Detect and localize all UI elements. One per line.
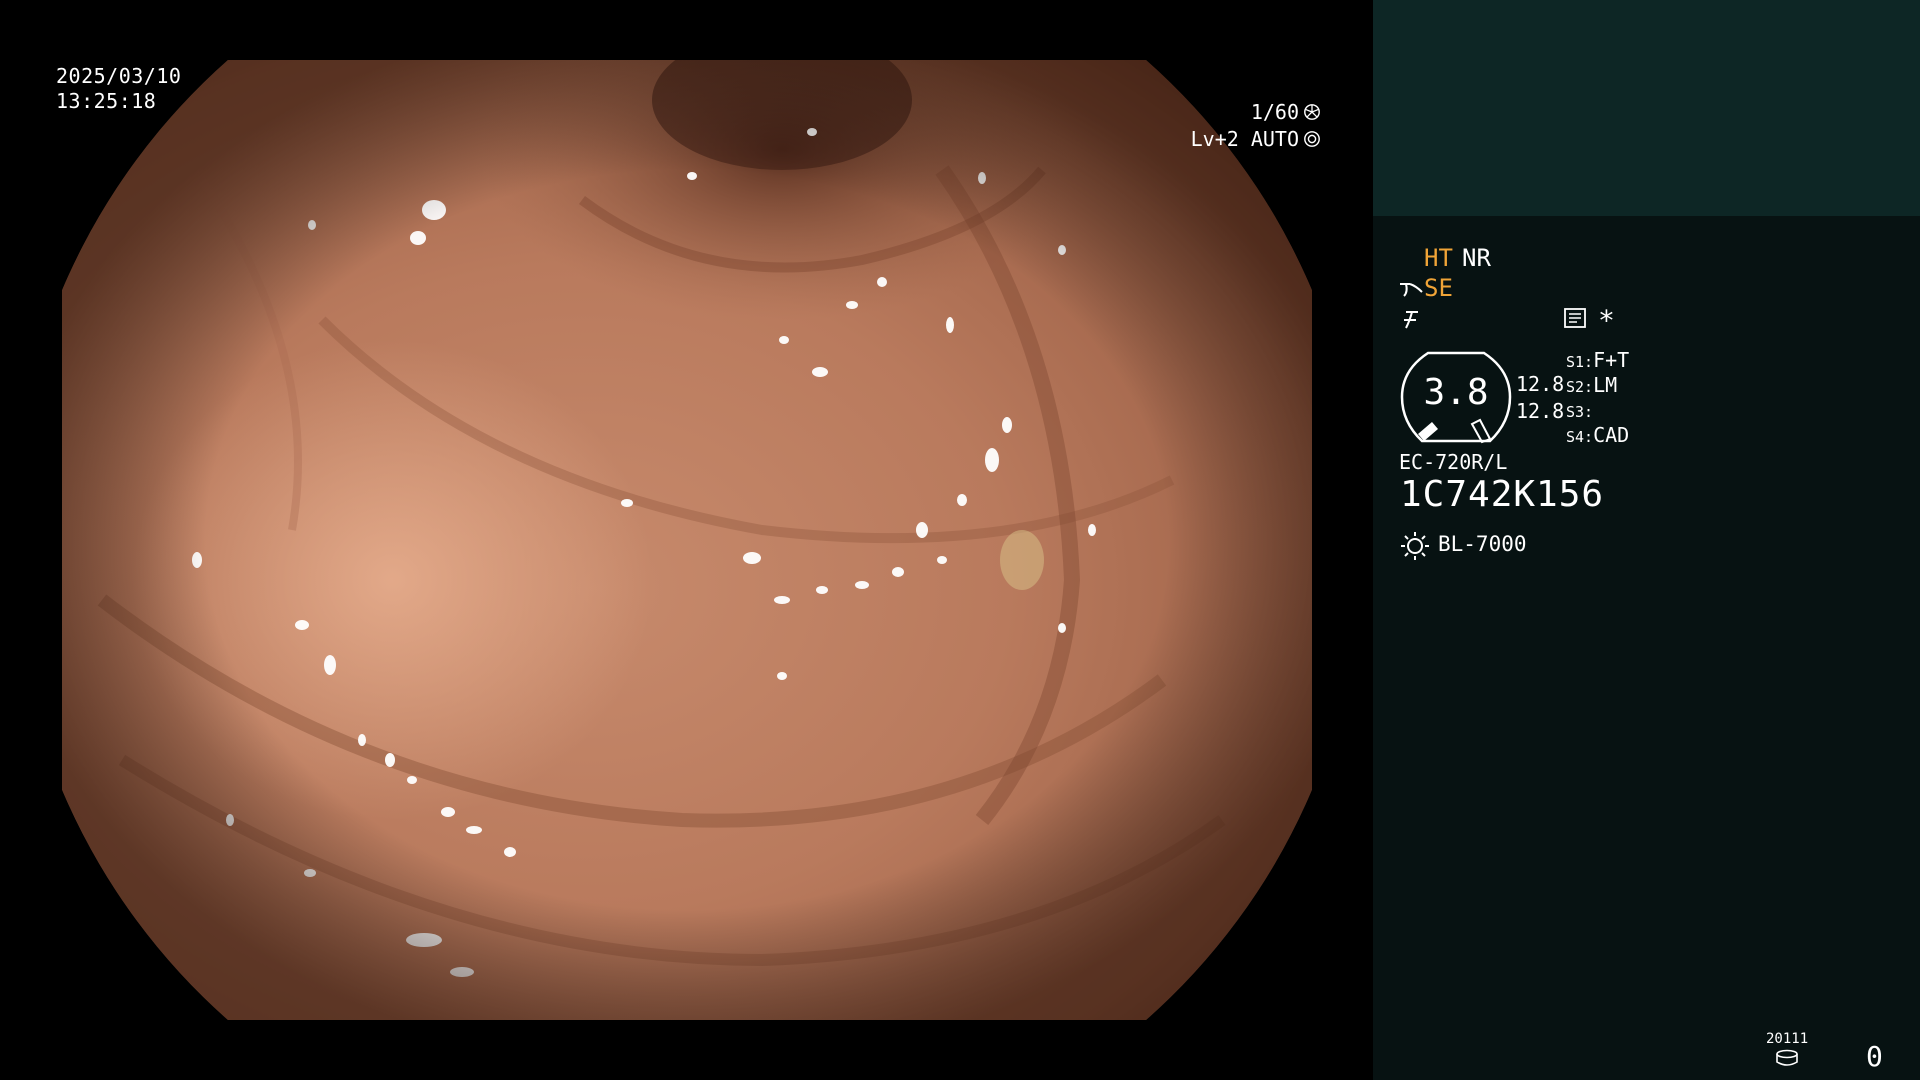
brightness-level-value: Lv+2 AUTO [1190, 127, 1299, 151]
storage-disk-icon [1776, 1049, 1798, 1066]
switch-1-value: F+T [1593, 348, 1630, 372]
ht-indicator: HT [1424, 244, 1453, 272]
light-source-label: BL-7000 [1438, 532, 1527, 556]
shutter-speed-value: 1/60 [1250, 100, 1299, 124]
auto-iris-icon [1304, 131, 1320, 147]
patient-info-area [1373, 0, 1920, 216]
status-panel [1373, 216, 1920, 1080]
scope-serial: 1C742K156 [1400, 474, 1605, 515]
gauge-side-value-2: 12.8 [1516, 399, 1565, 423]
storage-number: 20111 [1766, 1031, 1809, 1047]
nr-indicator: NR [1462, 244, 1491, 272]
light-source-icon [1401, 532, 1429, 560]
brightness-level-readout: Lv+2 AUTO [1191, 127, 1321, 151]
image-counter: 0 [1866, 1040, 1883, 1073]
enhancement-icon [1404, 311, 1418, 329]
capture-date: 2025/03/10 [56, 64, 182, 88]
gauge-value: 3.8 [1423, 372, 1489, 413]
se-indicator: SE [1424, 274, 1453, 302]
switch-2: S2:LM [1566, 373, 1617, 397]
switch-4-value: CAD [1593, 423, 1630, 447]
switch-4-key: S4: [1566, 428, 1594, 446]
switch-3: S3: [1566, 398, 1593, 422]
endoscope-screen: 2025/03/10 13:25:18 1/60 Lv+2 AUTO HT NR… [0, 0, 1920, 1080]
capture-time: 13:25:18 [56, 89, 157, 113]
switch-1-key: S1: [1566, 353, 1594, 371]
asterisk-indicator: * [1598, 304, 1615, 337]
switch-1: S1:F+T [1566, 348, 1629, 372]
scope-model: EC-720R/L [1399, 450, 1508, 474]
shutter-icon [1304, 104, 1320, 120]
switch-2-key: S2: [1566, 378, 1594, 396]
shutter-speed-readout: 1/60 [1251, 100, 1321, 124]
switch-3-key: S3: [1566, 403, 1594, 421]
gauge-side-value-1: 12.8 [1516, 372, 1565, 396]
switch-2-value: LM [1593, 373, 1618, 397]
endoscopic-image [62, 60, 1312, 1020]
switch-4: S4:CAD [1566, 423, 1629, 447]
memo-icon [1564, 308, 1586, 328]
structure-enhance-icon [1400, 283, 1423, 297]
endoscopic-view: 2025/03/10 13:25:18 1/60 Lv+2 AUTO [0, 0, 1373, 1080]
